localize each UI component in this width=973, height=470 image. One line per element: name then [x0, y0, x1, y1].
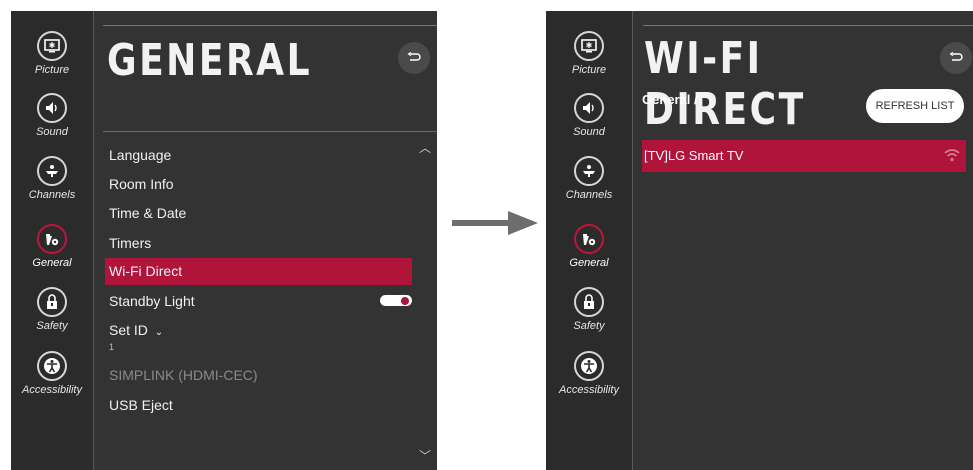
sidebar-label-channels: Channels: [565, 189, 613, 201]
sidebar-label-safety: Safety: [573, 320, 605, 332]
sidebar-divider: [93, 11, 94, 470]
sidebar-item-picture[interactable]: ✱ Picture: [11, 31, 93, 76]
menu-item-wifi-direct-label: Wi-Fi Direct: [109, 263, 183, 279]
svg-text:✱: ✱: [49, 41, 56, 50]
svg-text:✱: ✱: [586, 41, 593, 50]
sidebar-item-accessibility[interactable]: Accessibility: [11, 351, 93, 396]
sidebar-item-sound[interactable]: Sound: [11, 93, 93, 138]
sidebar-label-picture: Picture: [571, 64, 607, 76]
back-icon: [407, 52, 421, 61]
back-icon: [949, 52, 963, 61]
set-id-label: Set ID: [109, 322, 148, 338]
sidebar-item-general[interactable]: General: [11, 224, 93, 269]
scroll-up-icon[interactable]: ︿: [419, 139, 431, 156]
sidebar-label-general: General: [569, 257, 609, 269]
picture-icon: ✱: [574, 31, 604, 61]
menu-item-language[interactable]: Language: [109, 147, 171, 163]
back-button[interactable]: [398, 42, 430, 74]
device-name: [TV]LG Smart TV: [644, 148, 744, 163]
page-title: GENERAL: [107, 35, 313, 86]
settings-sidebar: ✱ Picture Sound Channels General Safety …: [11, 11, 93, 470]
menu-item-simplink: SIMPLINK (HDMI-CEC): [109, 367, 258, 383]
sidebar-item-channels[interactable]: Channels: [546, 156, 632, 201]
refresh-list-button[interactable]: REFRESH LIST: [866, 89, 964, 123]
speaker-icon: [37, 93, 67, 123]
header-rule: [103, 25, 437, 26]
menu-top-rule: [103, 131, 437, 132]
picture-icon: ✱: [37, 31, 67, 61]
sidebar-item-accessibility[interactable]: Accessibility: [546, 351, 632, 396]
set-id-value: 1: [109, 342, 115, 352]
settings-sidebar: ✱ Picture Sound Channels General Safety …: [546, 11, 632, 470]
sidebar-label-picture: Picture: [34, 64, 70, 76]
sidebar-item-safety[interactable]: Safety: [546, 287, 632, 332]
wifi-direct-panel: ✱ Picture Sound Channels General Safety …: [546, 11, 973, 470]
back-button[interactable]: [940, 42, 972, 74]
lock-icon: [574, 287, 604, 317]
menu-item-wifi-direct[interactable]: Wi-Fi Direct: [105, 258, 412, 285]
device-list-item[interactable]: [TV]LG Smart TV: [642, 140, 966, 172]
sidebar-label-accessibility: Accessibility: [559, 384, 619, 396]
wifi-signal-icon: [944, 149, 960, 162]
accessibility-icon: [37, 351, 67, 381]
sidebar-item-channels[interactable]: Channels: [11, 156, 93, 201]
sidebar-label-safety: Safety: [36, 320, 68, 332]
sidebar-divider: [632, 11, 633, 470]
wrench-gear-icon: [574, 224, 604, 254]
sidebar-item-safety[interactable]: Safety: [11, 287, 93, 332]
menu-item-room-info[interactable]: Room Info: [109, 176, 174, 192]
menu-item-usb-eject[interactable]: USB Eject: [109, 397, 173, 413]
chevron-down-icon: ⌄: [154, 327, 164, 338]
sidebar-item-picture[interactable]: ✱ Picture: [546, 31, 632, 76]
menu-item-set-id[interactable]: Set ID ⌄: [109, 322, 163, 338]
sidebar-label-accessibility: Accessibility: [22, 384, 82, 396]
menu-item-standby-light[interactable]: Standby Light: [109, 293, 195, 309]
speaker-icon: [574, 93, 604, 123]
menu-item-timers[interactable]: Timers: [109, 235, 151, 251]
antenna-icon: [574, 156, 604, 186]
antenna-icon: [37, 156, 67, 186]
toggle-knob: [401, 297, 409, 305]
lock-icon: [37, 287, 67, 317]
sidebar-item-sound[interactable]: Sound: [546, 93, 632, 138]
scroll-down-icon[interactable]: ﹀: [419, 447, 431, 464]
breadcrumb[interactable]: General /: [642, 92, 698, 107]
sidebar-item-general[interactable]: General: [546, 224, 632, 269]
header-rule: [643, 25, 973, 26]
sidebar-label-general: General: [32, 257, 72, 269]
accessibility-icon: [574, 351, 604, 381]
wrench-gear-icon: [37, 224, 67, 254]
standby-light-toggle[interactable]: [380, 295, 412, 306]
menu-item-time-date[interactable]: Time & Date: [109, 205, 186, 221]
transition-arrow-icon: [452, 211, 538, 235]
sidebar-label-sound: Sound: [36, 126, 68, 138]
general-settings-panel: ✱ Picture Sound Channels General Safety …: [11, 11, 437, 470]
sidebar-label-channels: Channels: [28, 189, 76, 201]
sidebar-label-sound: Sound: [573, 126, 605, 138]
